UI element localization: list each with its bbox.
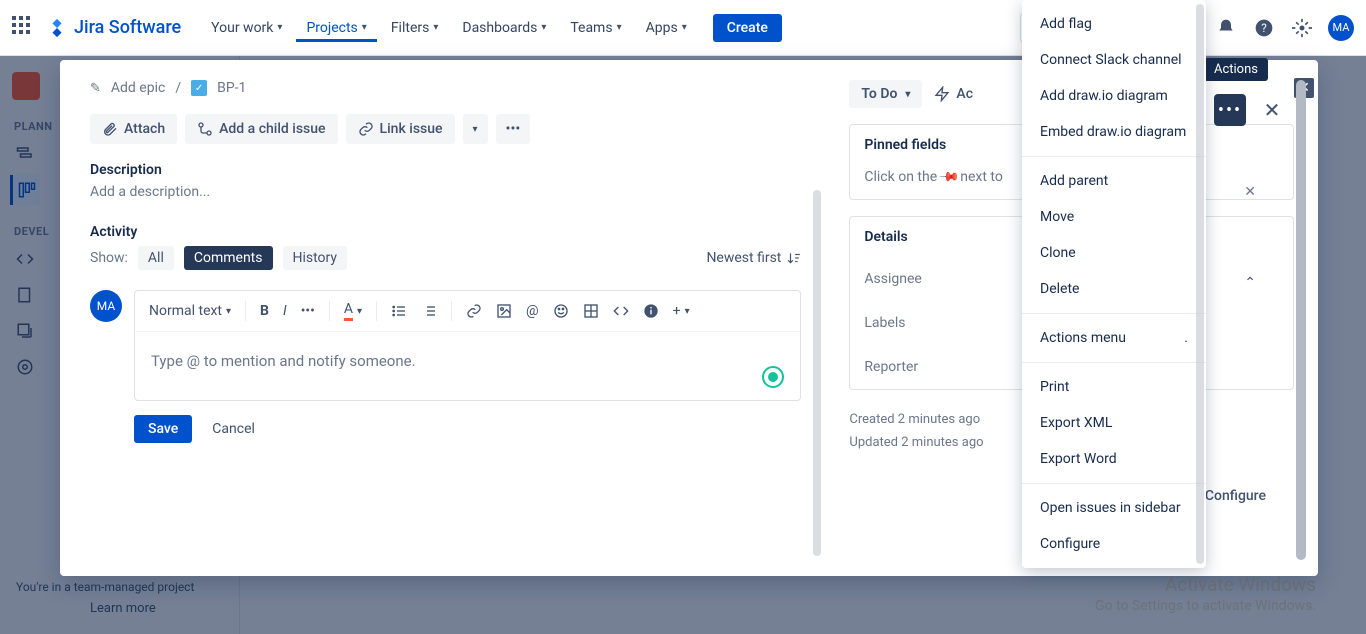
bold-button[interactable]: B	[260, 303, 269, 319]
pinned-close-x[interactable]: ✕	[1244, 184, 1256, 200]
page-scrollbar[interactable]	[1296, 80, 1306, 560]
link-issue-button[interactable]: Link issue	[346, 114, 455, 144]
action-row: Attach Add a child issue Link issue ▾ ••…	[90, 114, 801, 144]
menu-embed-drawio[interactable]: Embed draw.io diagram	[1022, 114, 1206, 150]
activity-label: Activity	[90, 224, 801, 240]
tab-comments[interactable]: Comments	[184, 246, 273, 270]
text-color-button[interactable]: A ▾	[344, 301, 362, 321]
menu-delete[interactable]: Delete	[1022, 271, 1206, 307]
notifications-icon[interactable]	[1214, 16, 1238, 40]
save-button[interactable]: Save	[134, 415, 192, 443]
jira-logo[interactable]: Jira Software	[46, 17, 181, 39]
nav-apps[interactable]: Apps▾	[636, 14, 697, 42]
breadcrumb: ✎ Add epic / ✓ BP-1	[90, 80, 801, 96]
add-child-button[interactable]: Add a child issue	[185, 114, 337, 144]
number-list-button[interactable]	[421, 303, 437, 319]
menu-add-drawio[interactable]: Add draw.io diagram	[1022, 78, 1206, 114]
comment-editor-wrap: MA Normal text ▾ B I ••• A ▾ @	[90, 290, 801, 401]
details-label: Details	[864, 229, 907, 245]
editor-toolbar: Normal text ▾ B I ••• A ▾ @	[135, 291, 800, 332]
menu-move[interactable]: Move	[1022, 199, 1206, 235]
menu-add-parent[interactable]: Add parent	[1022, 163, 1206, 199]
nav-items: Your work▾ Projects▾ Filters▾ Dashboards…	[201, 14, 697, 42]
mention-button[interactable]: @	[526, 303, 539, 319]
user-avatar[interactable]: MA	[1328, 15, 1354, 41]
edit-icon: ✎	[90, 81, 101, 96]
actions-button-bolt[interactable]: Ac	[934, 86, 973, 102]
settings-icon[interactable]	[1290, 16, 1314, 40]
tab-history[interactable]: History	[283, 246, 348, 270]
text-style-select[interactable]: Normal text ▾	[149, 303, 231, 319]
add-epic-link[interactable]: Add epic	[111, 80, 165, 96]
menu-scrollbar[interactable]	[1196, 4, 1204, 564]
description-placeholder[interactable]: Add a description...	[90, 184, 801, 200]
menu-add-flag[interactable]: Add flag	[1022, 6, 1206, 42]
tab-all[interactable]: All	[138, 246, 174, 270]
italic-button[interactable]: I	[283, 303, 287, 319]
sort-newest[interactable]: Newest first	[706, 250, 801, 266]
bullet-list-button[interactable]	[391, 303, 407, 319]
show-label: Show:	[90, 250, 128, 266]
menu-actions-label: Actions menu.	[1022, 320, 1206, 356]
details-collapse[interactable]: ⌃	[1244, 275, 1256, 291]
menu-export-word[interactable]: Export Word	[1022, 441, 1206, 477]
comment-avatar: MA	[90, 290, 122, 322]
nav-teams[interactable]: Teams▾	[560, 14, 631, 42]
task-type-icon: ✓	[191, 80, 207, 96]
attach-button[interactable]: Attach	[90, 114, 177, 144]
svg-text:?: ?	[1261, 21, 1267, 35]
link-button[interactable]	[466, 303, 482, 319]
create-button[interactable]: Create	[713, 14, 782, 42]
image-button[interactable]	[496, 303, 512, 319]
more-formatting-button[interactable]: •••	[301, 303, 315, 319]
nav-filters[interactable]: Filters▾	[381, 14, 449, 42]
close-modal-button[interactable]: ✕	[1256, 94, 1288, 126]
actions-menu: Add flag Connect Slack channel Add draw.…	[1022, 0, 1206, 568]
emoji-button[interactable]	[553, 303, 569, 319]
nav-dashboards[interactable]: Dashboards▾	[452, 14, 556, 42]
info-button[interactable]	[643, 303, 659, 319]
description-label: Description	[90, 162, 801, 178]
cancel-button[interactable]: Cancel	[208, 415, 259, 443]
code-button[interactable]	[613, 303, 629, 319]
issue-actions-button[interactable]: •••	[1214, 94, 1246, 126]
left-scrollbar[interactable]	[813, 190, 821, 556]
table-button[interactable]	[583, 303, 599, 319]
add-more-button[interactable]: + ▾	[673, 303, 690, 319]
logo-text: Jira Software	[74, 17, 181, 38]
menu-connect-slack[interactable]: Connect Slack channel	[1022, 42, 1206, 78]
issue-key[interactable]: BP-1	[217, 80, 246, 96]
app-switcher-icon[interactable]	[12, 16, 36, 40]
menu-print[interactable]: Print	[1022, 369, 1206, 405]
editor-placeholder: Type @ to mention and notify someone.	[151, 352, 784, 370]
menu-export-xml[interactable]: Export XML	[1022, 405, 1206, 441]
menu-clone[interactable]: Clone	[1022, 235, 1206, 271]
status-select[interactable]: To Do▾	[849, 80, 922, 108]
modal-left: ✎ Add epic / ✓ BP-1 Attach Add a child i…	[60, 60, 825, 576]
menu-configure[interactable]: Configure	[1022, 526, 1206, 562]
windows-watermark: Activate Windows Go to Settings to activ…	[1095, 573, 1316, 614]
link-dropdown-button[interactable]: ▾	[463, 114, 488, 144]
nav-your-work[interactable]: Your work▾	[201, 14, 292, 42]
breadcrumb-sep: /	[175, 80, 181, 96]
pinned-fields-label: Pinned fields	[864, 137, 946, 153]
nav-projects[interactable]: Projects▾	[296, 14, 376, 42]
menu-open-sidebar[interactable]: Open issues in sidebar	[1022, 490, 1206, 526]
editor-body[interactable]: Type @ to mention and notify someone.	[135, 332, 800, 400]
actions-tooltip: Actions	[1204, 58, 1268, 81]
pin-icon: 📌	[938, 166, 960, 188]
help-icon[interactable]: ?	[1252, 16, 1276, 40]
modal-top-right: ••• ✕	[1214, 94, 1288, 126]
grammarly-icon[interactable]	[762, 366, 784, 388]
activity-controls: Show: All Comments History Newest first	[90, 246, 801, 270]
configure-button[interactable]: Configure	[1205, 488, 1266, 504]
comment-editor: Normal text ▾ B I ••• A ▾ @	[134, 290, 801, 401]
save-row: Save Cancel	[134, 415, 801, 443]
more-actions-button[interactable]: •••	[496, 114, 531, 144]
